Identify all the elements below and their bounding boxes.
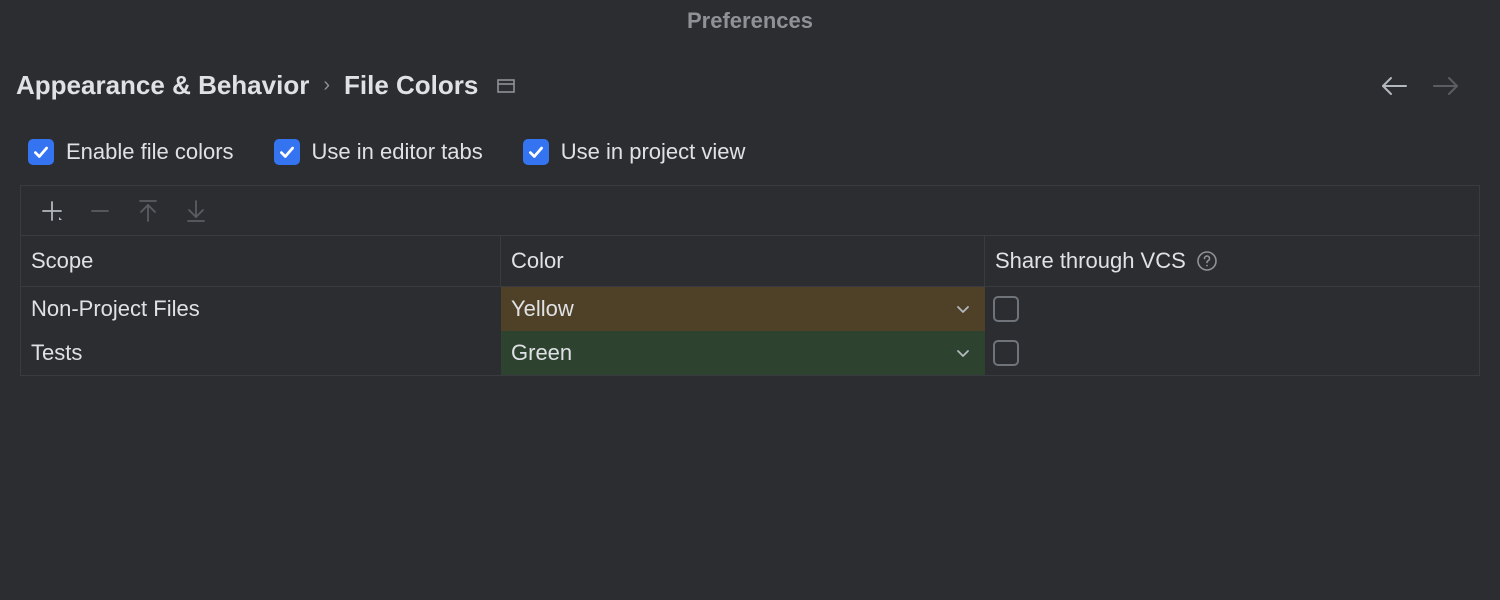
table-header: Scope Color Share through VCS: [21, 236, 1479, 287]
color-cell[interactable]: Yellow: [501, 287, 985, 331]
help-icon[interactable]: [1196, 250, 1218, 272]
file-colors-table: Scope Color Share through VCS Non-Projec…: [21, 236, 1479, 375]
breadcrumb: Appearance & Behavior › File Colors: [16, 70, 516, 101]
column-header-scope[interactable]: Scope: [21, 236, 501, 286]
move-down-button[interactable]: [183, 198, 209, 224]
remove-button[interactable]: [87, 198, 113, 224]
color-label: Green: [511, 340, 572, 366]
column-header-color[interactable]: Color: [501, 236, 985, 286]
option-label: Use in project view: [561, 139, 746, 165]
options-row: Enable file colors Use in editor tabs Us…: [0, 129, 1500, 185]
option-label: Use in editor tabs: [312, 139, 483, 165]
vcs-checkbox[interactable]: [993, 296, 1019, 322]
breadcrumb-row: Appearance & Behavior › File Colors: [0, 54, 1500, 129]
vcs-cell[interactable]: [985, 287, 1479, 331]
color-cell[interactable]: Green: [501, 331, 985, 375]
file-colors-table-container: Scope Color Share through VCS Non-Projec…: [20, 185, 1480, 376]
window-title: Preferences: [0, 0, 1500, 54]
use-editor-tabs-checkbox[interactable]: Use in editor tabs: [274, 139, 483, 165]
checkbox-checked-icon: [523, 139, 549, 165]
move-up-button[interactable]: [135, 198, 161, 224]
table-row[interactable]: Tests Green: [21, 331, 1479, 375]
expand-window-icon[interactable]: [496, 76, 516, 96]
breadcrumb-page: File Colors: [344, 70, 478, 101]
back-arrow-icon[interactable]: [1380, 75, 1408, 97]
vcs-checkbox[interactable]: [993, 340, 1019, 366]
checkbox-checked-icon: [274, 139, 300, 165]
chevron-down-icon: [955, 301, 971, 317]
enable-file-colors-checkbox[interactable]: Enable file colors: [28, 139, 234, 165]
scope-cell[interactable]: Tests: [21, 331, 501, 375]
table-toolbar: [21, 186, 1479, 236]
table-body: Non-Project Files Yellow Tests: [21, 287, 1479, 375]
nav-arrows: [1380, 75, 1480, 97]
checkbox-checked-icon: [28, 139, 54, 165]
vcs-cell[interactable]: [985, 331, 1479, 375]
scope-cell[interactable]: Non-Project Files: [21, 287, 501, 331]
use-project-view-checkbox[interactable]: Use in project view: [523, 139, 746, 165]
breadcrumb-separator: ›: [323, 74, 330, 97]
column-header-vcs-label: Share through VCS: [995, 248, 1186, 274]
option-label: Enable file colors: [66, 139, 234, 165]
table-row[interactable]: Non-Project Files Yellow: [21, 287, 1479, 331]
add-button[interactable]: [39, 198, 65, 224]
column-header-vcs[interactable]: Share through VCS: [985, 236, 1479, 286]
breadcrumb-category[interactable]: Appearance & Behavior: [16, 70, 309, 101]
chevron-down-icon: [955, 345, 971, 361]
forward-arrow-icon: [1432, 75, 1460, 97]
color-label: Yellow: [511, 296, 574, 322]
